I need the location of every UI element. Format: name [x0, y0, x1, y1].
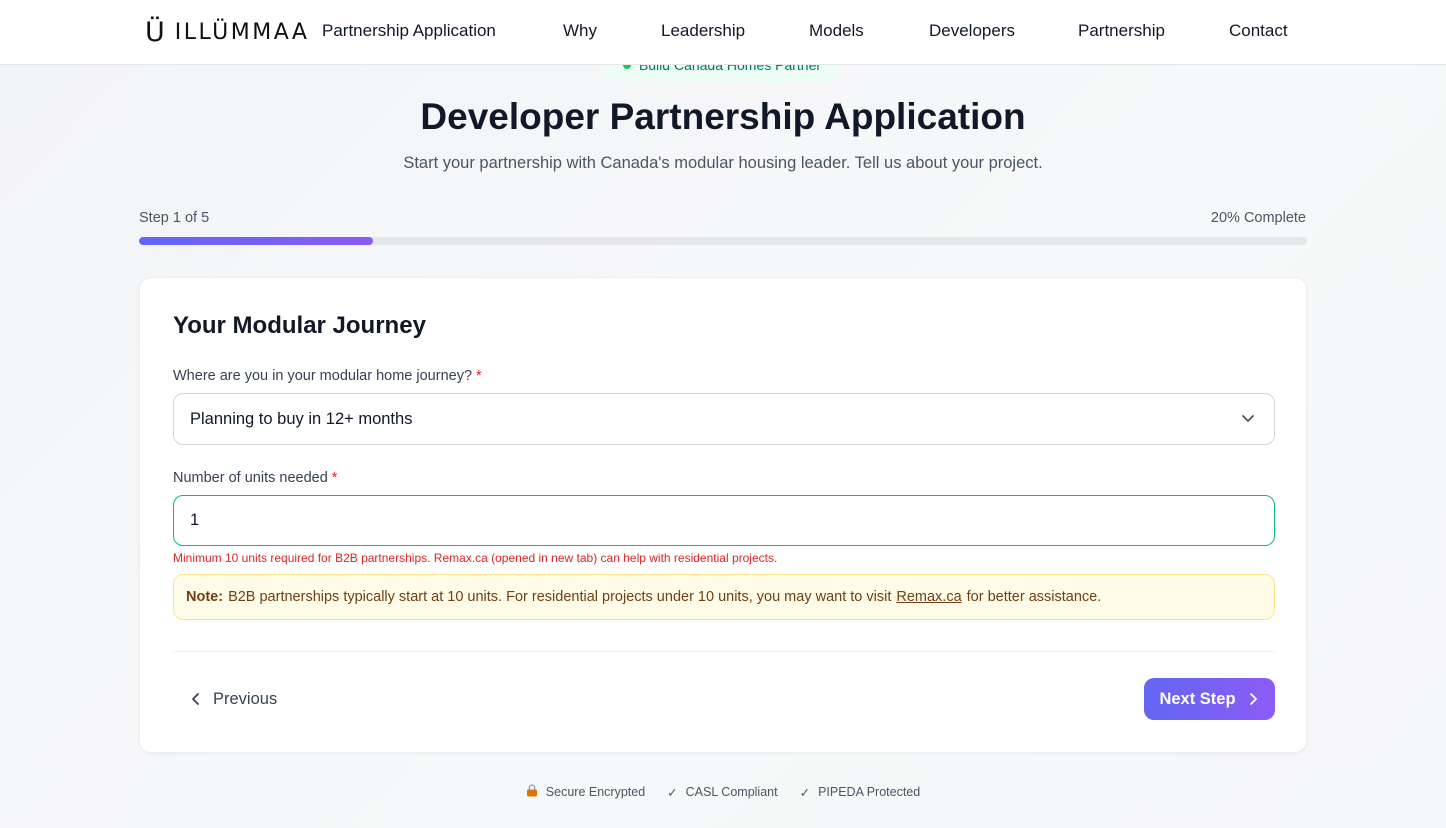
progress-bar — [139, 237, 1307, 245]
nav-link-partnership-application[interactable]: Partnership Application — [322, 21, 496, 41]
required-marker: * — [476, 368, 482, 384]
b2b-note: Note: B2B partnerships typically start a… — [173, 574, 1275, 620]
remax-link[interactable]: Remax.ca — [896, 589, 961, 605]
check-icon: ✓ — [667, 785, 678, 800]
journey-label-text: Where are you in your modular home journ… — [173, 368, 473, 384]
logo-wordmark: ILLÜMMAA — [174, 19, 310, 45]
note-label: Note: — [186, 589, 224, 605]
units-field-label: Number of units needed * — [173, 470, 337, 486]
required-marker: * — [331, 470, 338, 486]
next-step-button-label: Next Step — [1159, 689, 1236, 708]
trust-badges: Secure Encrypted ✓ CASL Compliant ✓ PIPE… — [0, 784, 1446, 800]
completion-percent: 20% Complete — [1210, 210, 1306, 226]
check-icon: ✓ — [799, 785, 811, 800]
units-label-text: Number of units needed — [173, 470, 328, 486]
nav-link-models[interactable]: Models — [809, 21, 864, 41]
trust-casl: ✓ CASL Compliant — [667, 784, 777, 800]
journey-select[interactable]: Planning to buy in 12+ months — [173, 393, 1275, 445]
units-input[interactable] — [173, 495, 1275, 546]
lock-icon — [526, 784, 538, 800]
nav-link-developers[interactable]: Developers — [929, 21, 1015, 41]
previous-button[interactable]: Previous — [173, 678, 293, 720]
trust-secure: Secure Encrypted — [526, 784, 645, 800]
trust-secure-label: Secure Encrypted — [545, 785, 646, 799]
journey-select-value: Planning to buy in 12+ months — [190, 409, 413, 428]
trust-casl-label: CASL Compliant — [685, 785, 778, 799]
journey-field-label: Where are you in your modular home journ… — [173, 368, 482, 384]
page-title: Developer Partnership Application — [420, 96, 1026, 137]
form-divider — [173, 651, 1275, 652]
chevron-down-icon — [1240, 410, 1256, 426]
trust-pipeda: ✓ PIPEDA Protected — [800, 784, 921, 800]
form-card: Your Modular Journey Where are you in yo… — [139, 277, 1307, 753]
progress-bar-fill — [139, 237, 373, 245]
brand-logo[interactable]: Ü ILLÜMMAA — [145, 16, 309, 48]
units-error-message: Minimum 10 units required for B2B partne… — [173, 551, 778, 565]
nav-link-why[interactable]: Why — [563, 21, 597, 41]
logo-mark: Ü — [145, 16, 165, 48]
page-subtitle: Start your partnership with Canada's mod… — [403, 154, 1043, 172]
trust-pipeda-label: PIPEDA Protected — [818, 785, 921, 799]
next-step-button[interactable]: Next Step — [1144, 678, 1275, 720]
form-section-title: Your Modular Journey — [173, 312, 426, 339]
note-text-before: B2B partnerships typically start at 10 u… — [228, 589, 892, 605]
nav-link-partnership[interactable]: Partnership — [1078, 21, 1165, 41]
nav-link-contact[interactable]: Contact — [1229, 21, 1288, 41]
top-navigation-bar: Ü ILLÜMMAA Partnership Application Why L… — [0, 0, 1446, 65]
chevron-left-icon — [189, 692, 203, 706]
step-indicator: Step 1 of 5 — [139, 210, 210, 226]
note-text-after: for better assistance. — [966, 589, 1102, 605]
chevron-right-icon — [1246, 692, 1260, 706]
previous-button-label: Previous — [213, 689, 278, 708]
nav-link-leadership[interactable]: Leadership — [661, 21, 745, 41]
